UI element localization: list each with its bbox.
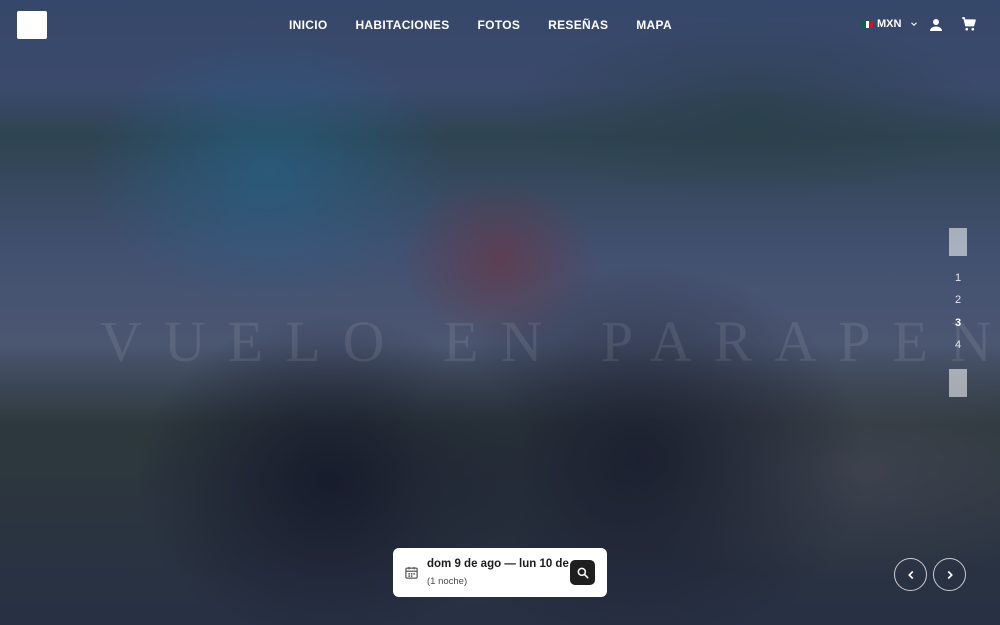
hero-title-watermark: VUELO EN PARAPENTE — [100, 309, 1000, 374]
mexico-flag-icon — [862, 20, 874, 28]
currency-selector[interactable]: MXN — [862, 18, 919, 30]
booking-widget: dom 9 de ago — lun 10 de ago (1 noche) — [393, 548, 607, 597]
slide-number-3[interactable]: 3 — [938, 317, 978, 329]
previous-slide-button[interactable] — [894, 558, 927, 591]
nav-item-resenas[interactable]: RESEÑAS — [548, 18, 608, 32]
nav-item-inicio[interactable]: INICIO — [289, 18, 327, 32]
user-icon[interactable] — [927, 16, 945, 34]
search-icon — [577, 567, 588, 578]
search-button[interactable] — [570, 560, 595, 585]
nav-item-fotos[interactable]: FOTOS — [478, 18, 521, 32]
site-logo[interactable] — [17, 11, 47, 39]
currency-label: MXN — [877, 18, 902, 30]
cart-icon[interactable] — [960, 15, 978, 33]
slide-indicator-top-bar — [949, 228, 967, 256]
chevron-right-icon — [947, 570, 953, 579]
next-slide-button[interactable] — [933, 558, 966, 591]
slide-number-1[interactable]: 1 — [938, 272, 978, 284]
chevron-down-icon — [911, 22, 918, 27]
booking-nights: (1 noche) — [427, 576, 468, 587]
slide-number-2[interactable]: 2 — [938, 294, 978, 306]
nav-item-habitaciones[interactable]: HABITACIONES — [355, 18, 449, 32]
chevron-left-icon — [907, 570, 913, 579]
slide-indicator-bottom-bar — [949, 369, 967, 397]
site-header: INICIO HABITACIONES FOTOS RESEÑAS MAPA M… — [0, 0, 1000, 50]
booking-dates[interactable]: dom 9 de ago — lun 10 de ago — [427, 558, 593, 570]
calendar-icon — [405, 566, 418, 579]
slide-number-4[interactable]: 4 — [938, 339, 978, 351]
nav-item-mapa[interactable]: MAPA — [636, 18, 672, 32]
main-nav: INICIO HABITACIONES FOTOS RESEÑAS MAPA — [289, 18, 672, 32]
